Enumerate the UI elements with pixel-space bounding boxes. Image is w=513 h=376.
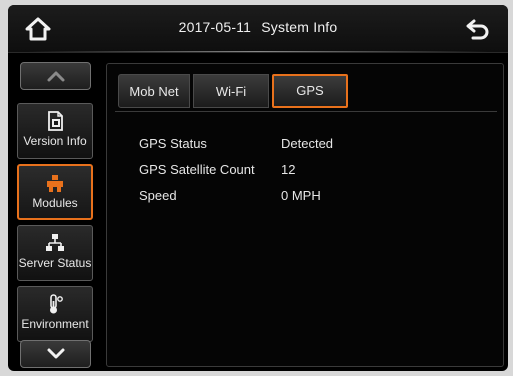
back-arrow-icon <box>466 19 489 40</box>
info-key: Speed <box>139 188 177 203</box>
scroll-down-button[interactable] <box>20 340 91 368</box>
info-value: 12 <box>281 162 296 177</box>
chevron-down-icon <box>47 348 65 359</box>
sidebar-item-version-info[interactable]: Version Info <box>17 103 93 159</box>
info-value: Detected <box>281 136 334 151</box>
back-button[interactable] <box>464 16 492 42</box>
modules-icon <box>47 175 63 192</box>
scroll-up-button[interactable] <box>20 62 91 90</box>
screen: 2017-05-11 System Info Version Info Modu… <box>8 5 508 371</box>
tab-mob-net[interactable]: Mob Net <box>118 74 190 108</box>
tab-wi-fi[interactable]: Wi-Fi <box>193 74 269 108</box>
page-title: 2017-05-11 System Info <box>8 19 508 35</box>
sidebar: Version Info Modules Server Status Envir… <box>8 53 104 371</box>
network-icon <box>46 234 64 251</box>
info-row-satellite-count: GPS Satellite Count 12 <box>139 162 459 182</box>
tab-bar: Mob Net Wi-Fi GPS <box>115 70 497 112</box>
info-row-gps-status: GPS Status Detected <box>139 136 459 156</box>
header-bar: 2017-05-11 System Info <box>8 5 508 53</box>
header-divider <box>28 51 488 52</box>
chevron-up-icon <box>47 71 65 82</box>
sidebar-item-label: Server Status <box>18 256 92 270</box>
header-title-text: System Info <box>261 19 338 35</box>
sidebar-item-label: Environment <box>21 317 89 331</box>
info-key: GPS Satellite Count <box>139 162 255 177</box>
sidebar-item-modules[interactable]: Modules <box>17 164 93 220</box>
info-value: 0 MPH <box>281 188 321 203</box>
info-key: GPS Status <box>139 136 207 151</box>
document-icon <box>48 111 63 131</box>
sidebar-item-label: Modules <box>32 196 78 210</box>
tab-gps[interactable]: GPS <box>272 74 348 108</box>
main-panel: Mob Net Wi-Fi GPS GPS Status Detected GP… <box>106 63 504 367</box>
info-row-speed: Speed 0 MPH <box>139 188 459 208</box>
header-date: 2017-05-11 <box>178 19 252 35</box>
sidebar-item-server-status[interactable]: Server Status <box>17 225 93 281</box>
sidebar-item-label: Version Info <box>23 134 87 148</box>
sidebar-item-environment[interactable]: Environment <box>17 286 93 342</box>
thermometer-icon <box>50 294 63 314</box>
